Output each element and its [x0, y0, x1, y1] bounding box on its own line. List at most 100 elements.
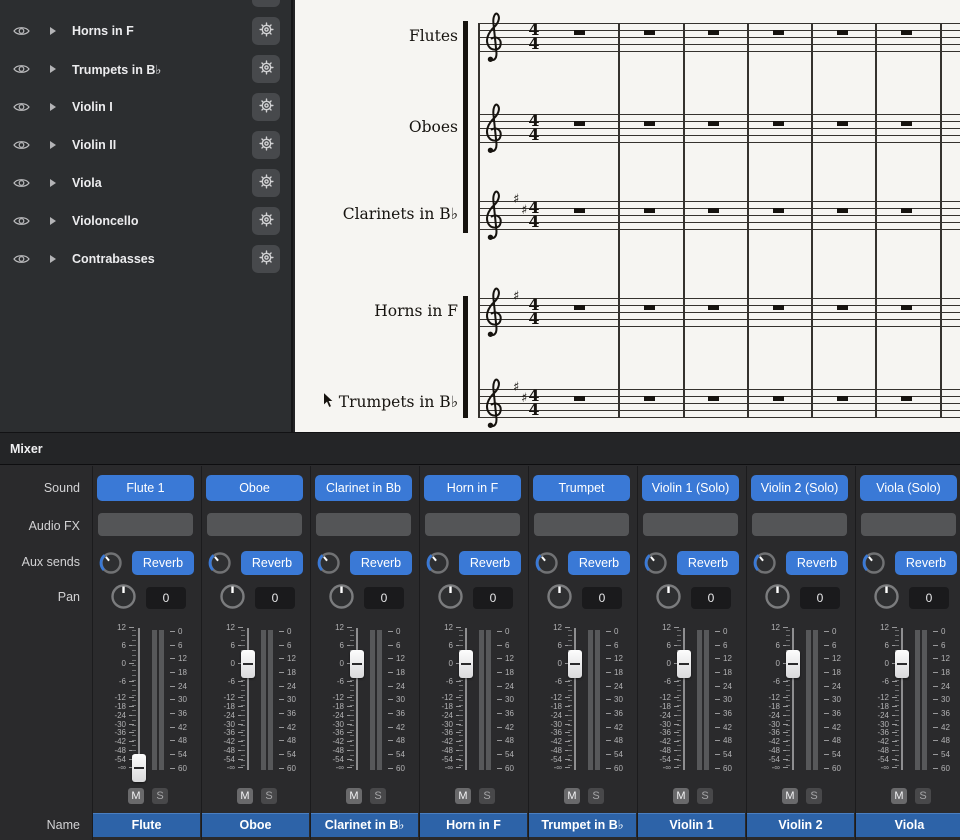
pan-value[interactable]: 0 [255, 587, 295, 609]
expand-caret-icon[interactable] [50, 141, 56, 149]
pan-value[interactable]: 0 [582, 587, 622, 609]
sound-button[interactable]: Violin 2 (Solo) [751, 475, 848, 501]
reverb-send-button[interactable]: Reverb [241, 551, 303, 575]
expand-caret-icon[interactable] [50, 27, 56, 35]
visibility-eye-icon[interactable] [12, 55, 30, 83]
sound-button[interactable]: Trumpet [533, 475, 630, 501]
pan-knob[interactable] [873, 583, 900, 610]
score-area[interactable]: Flutes 4 4 Oboes 4 4 Clarine [295, 0, 960, 432]
pan-value[interactable]: 0 [364, 587, 404, 609]
audio-fx-slot[interactable] [752, 513, 847, 536]
fader-handle[interactable] [241, 650, 255, 678]
pan-knob[interactable] [546, 583, 573, 610]
audio-fx-slot[interactable] [425, 513, 520, 536]
track-settings-gear-button[interactable] [252, 169, 280, 197]
channel-name-bar[interactable]: Clarinet in B♭ [311, 813, 418, 837]
fader-handle[interactable] [677, 650, 691, 678]
reverb-send-button[interactable]: Reverb [895, 551, 957, 575]
mute-button[interactable]: M [673, 788, 689, 804]
expand-caret-icon[interactable] [50, 65, 56, 73]
track-settings-gear-button[interactable] [252, 131, 280, 159]
pan-value[interactable]: 0 [146, 587, 186, 609]
mute-button[interactable]: M [564, 788, 580, 804]
aux-send-knob[interactable] [753, 551, 777, 575]
audio-fx-slot[interactable] [643, 513, 738, 536]
reverb-send-button[interactable]: Reverb [677, 551, 739, 575]
reverb-send-button[interactable]: Reverb [459, 551, 521, 575]
mute-button[interactable]: M [455, 788, 471, 804]
sound-button[interactable]: Viola (Solo) [860, 475, 957, 501]
pan-value[interactable]: 0 [691, 587, 731, 609]
track-settings-gear-button[interactable] [252, 245, 280, 273]
channel-name-bar[interactable]: Oboe [202, 813, 309, 837]
sound-button[interactable]: Horn in F [424, 475, 521, 501]
pan-value[interactable]: 0 [800, 587, 840, 609]
solo-button[interactable]: S [697, 788, 713, 804]
mute-button[interactable]: M [891, 788, 907, 804]
aux-send-knob[interactable] [99, 551, 123, 575]
aux-send-knob[interactable] [535, 551, 559, 575]
expand-caret-icon[interactable] [50, 255, 56, 263]
pan-knob[interactable] [110, 583, 137, 610]
channel-name-bar[interactable]: Flute [93, 813, 200, 837]
visibility-eye-icon[interactable] [12, 93, 30, 121]
fader-handle[interactable] [568, 650, 582, 678]
fader-handle[interactable] [459, 650, 473, 678]
visibility-eye-icon[interactable] [12, 169, 30, 197]
expand-caret-icon[interactable] [50, 103, 56, 111]
solo-button[interactable]: S [479, 788, 495, 804]
track-settings-gear-button[interactable] [252, 17, 280, 45]
fader-track[interactable] [138, 628, 140, 770]
solo-button[interactable]: S [915, 788, 931, 804]
mute-button[interactable]: M [346, 788, 362, 804]
aux-send-knob[interactable] [208, 551, 232, 575]
pan-knob[interactable] [328, 583, 355, 610]
audio-fx-slot[interactable] [534, 513, 629, 536]
reverb-send-button[interactable]: Reverb [350, 551, 412, 575]
channel-name-bar[interactable]: Trumpet in B♭ [529, 813, 636, 837]
fader-handle[interactable] [132, 754, 146, 782]
track-settings-gear-button[interactable] [252, 93, 280, 121]
channel-name-bar[interactable]: Horn in F [420, 813, 527, 837]
reverb-send-button[interactable]: Reverb [786, 551, 848, 575]
expand-caret-icon[interactable] [50, 217, 56, 225]
audio-fx-slot[interactable] [207, 513, 302, 536]
pan-value[interactable]: 0 [909, 587, 949, 609]
solo-button[interactable]: S [588, 788, 604, 804]
pan-knob[interactable] [219, 583, 246, 610]
channel-name-bar[interactable]: Viola [856, 813, 960, 837]
visibility-eye-icon[interactable] [12, 131, 30, 159]
aux-send-knob[interactable] [862, 551, 886, 575]
visibility-eye-icon[interactable] [12, 207, 30, 235]
pan-knob[interactable] [655, 583, 682, 610]
mute-button[interactable]: M [782, 788, 798, 804]
pan-knob[interactable] [764, 583, 791, 610]
mute-button[interactable]: M [128, 788, 144, 804]
pan-value[interactable]: 0 [473, 587, 513, 609]
sound-button[interactable]: Violin 1 (Solo) [642, 475, 739, 501]
track-settings-gear-button[interactable] [252, 55, 280, 83]
solo-button[interactable]: S [370, 788, 386, 804]
aux-send-knob[interactable] [644, 551, 668, 575]
visibility-eye-icon[interactable] [12, 245, 30, 273]
channel-name-bar[interactable]: Violin 2 [747, 813, 854, 837]
solo-button[interactable]: S [806, 788, 822, 804]
reverb-send-button[interactable]: Reverb [132, 551, 194, 575]
track-settings-gear-button[interactable] [252, 0, 280, 7]
fader-handle[interactable] [350, 650, 364, 678]
sound-button[interactable]: Oboe [206, 475, 303, 501]
sound-button[interactable]: Flute 1 [97, 475, 194, 501]
channel-name-bar[interactable]: Violin 1 [638, 813, 745, 837]
audio-fx-slot[interactable] [316, 513, 411, 536]
fader-handle[interactable] [786, 650, 800, 678]
solo-button[interactable]: S [152, 788, 168, 804]
visibility-eye-icon[interactable] [12, 17, 30, 45]
mute-button[interactable]: M [237, 788, 253, 804]
aux-send-knob[interactable] [317, 551, 341, 575]
audio-fx-slot[interactable] [861, 513, 956, 536]
reverb-send-button[interactable]: Reverb [568, 551, 630, 575]
track-settings-gear-button[interactable] [252, 207, 280, 235]
expand-caret-icon[interactable] [50, 179, 56, 187]
aux-send-knob[interactable] [426, 551, 450, 575]
sound-button[interactable]: Clarinet in Bb [315, 475, 412, 501]
